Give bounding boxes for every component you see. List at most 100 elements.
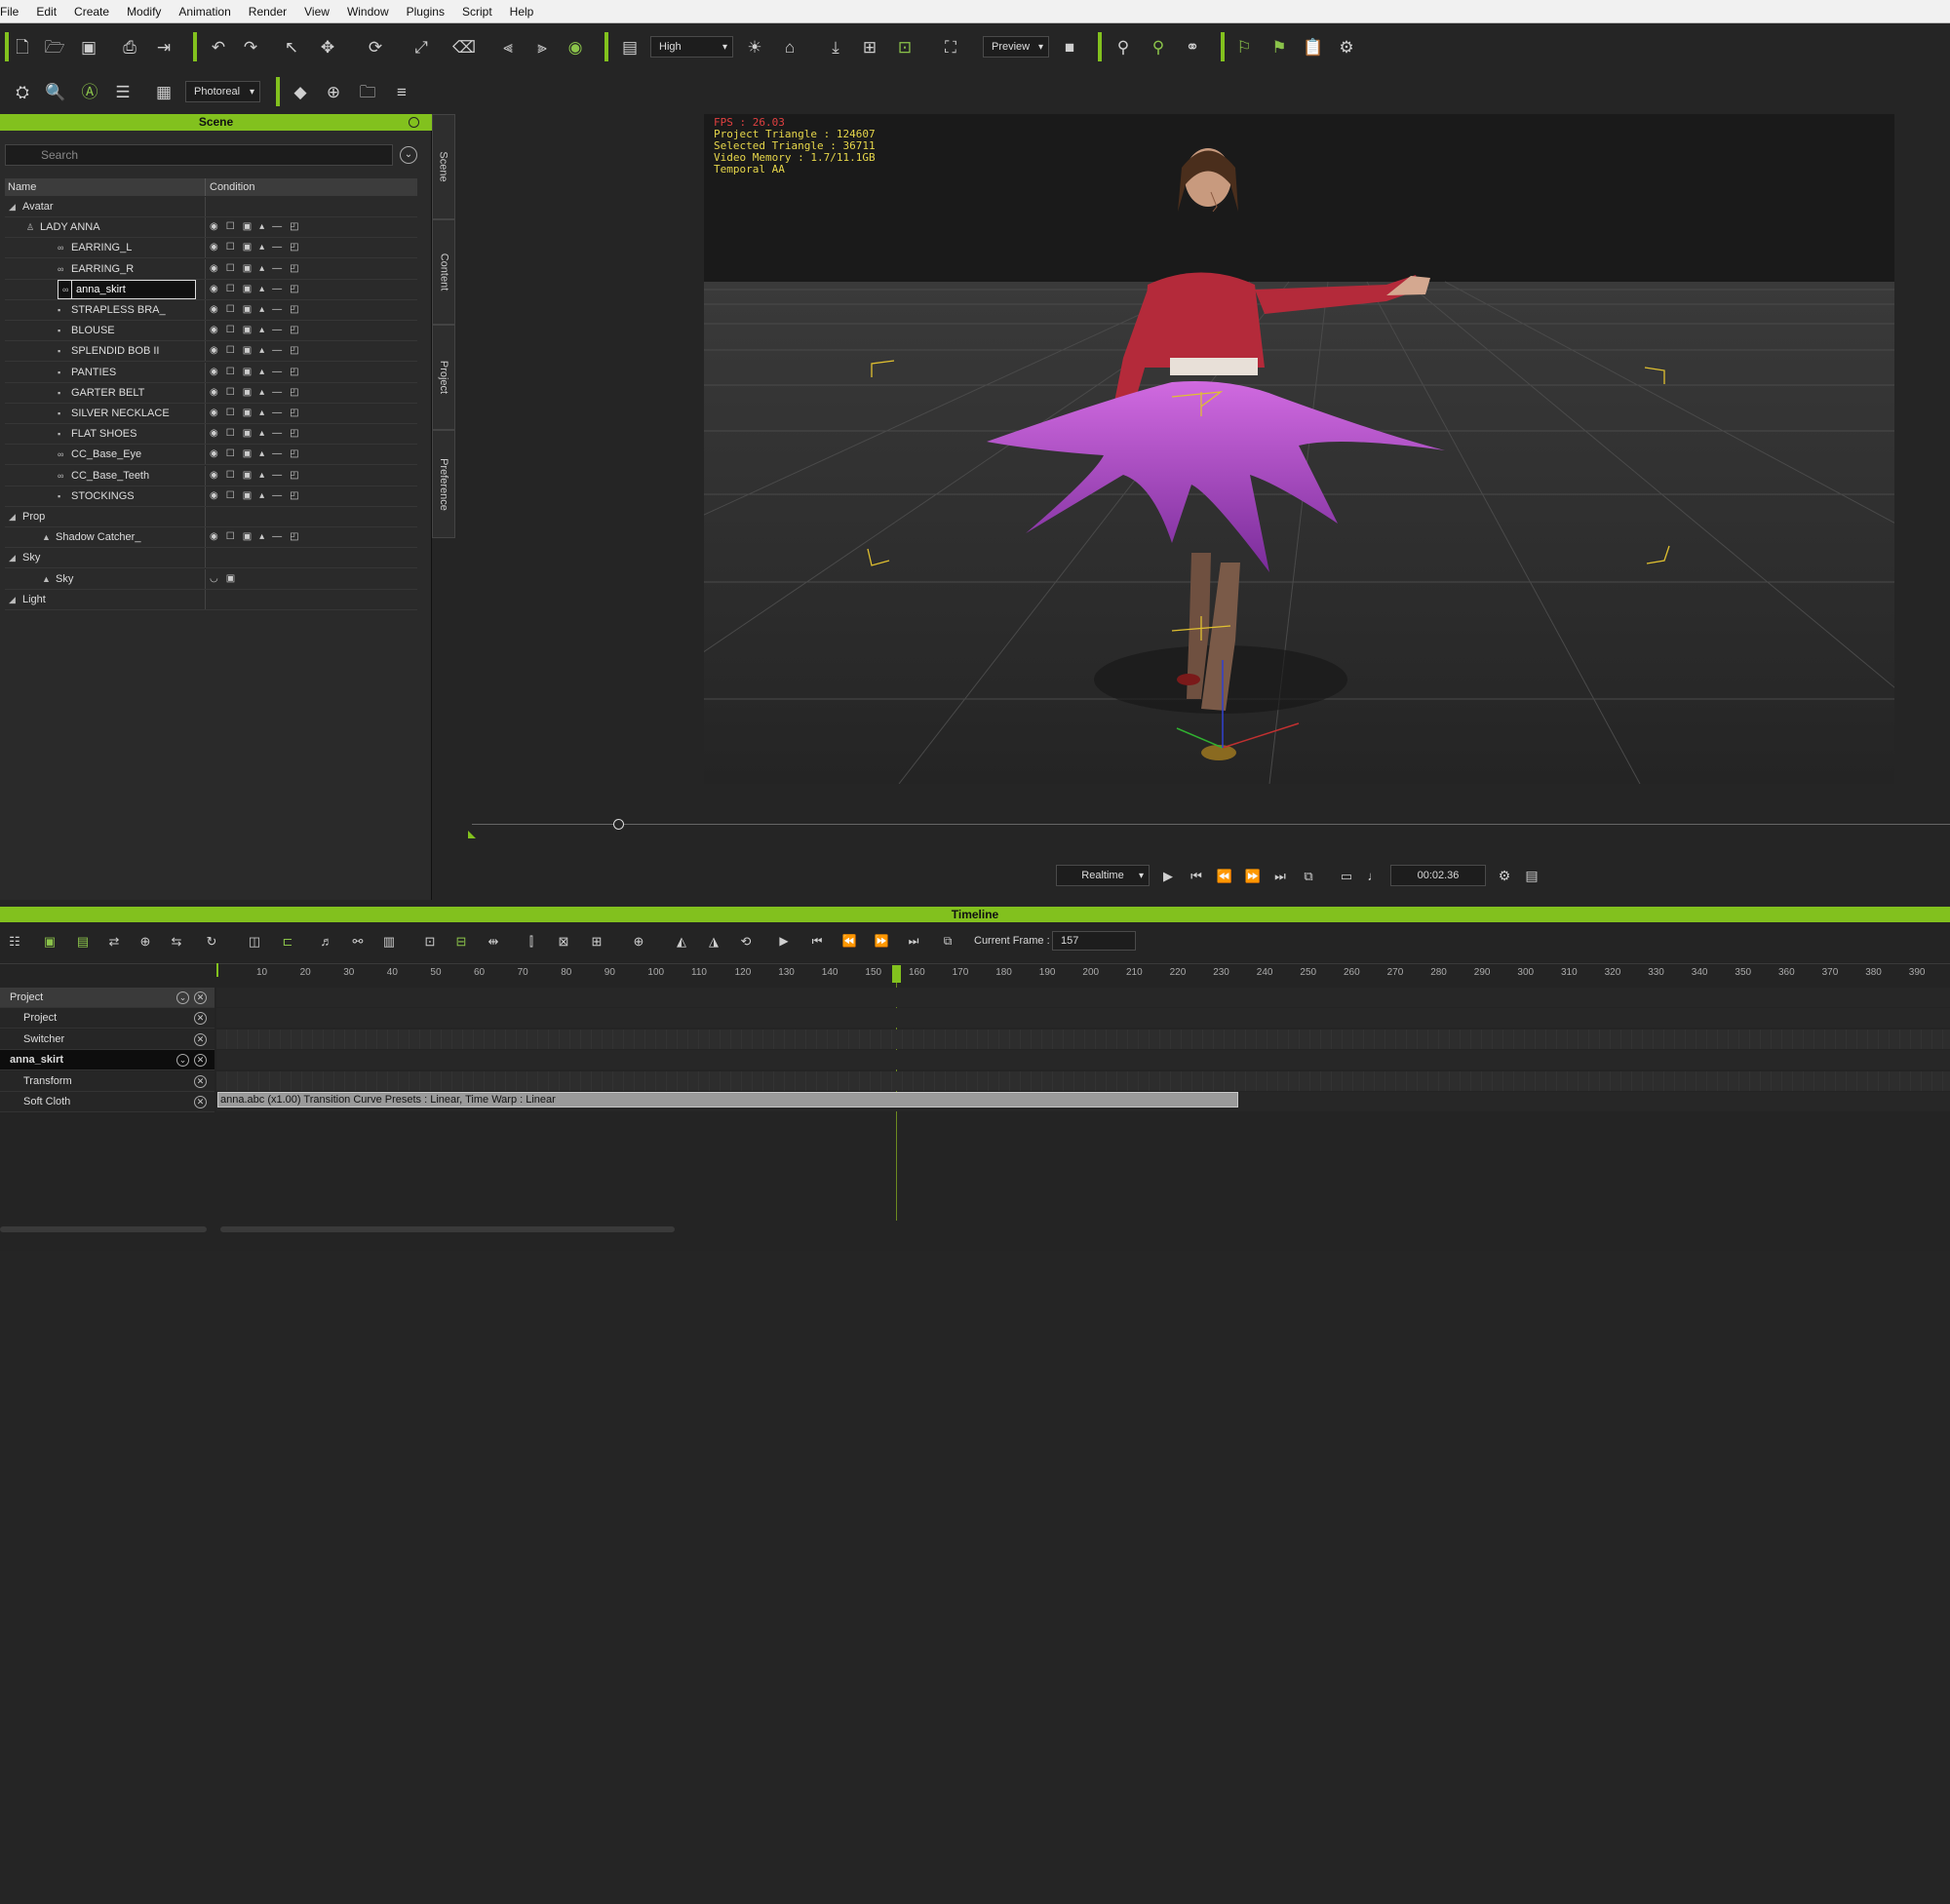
condition-icons[interactable]: ◉☐▣▴—◰: [205, 382, 417, 403]
stretch-icon[interactable]: ⊟: [450, 930, 472, 952]
scene-tree-row[interactable]: ▪ PANTIES ◉☐▣▴—◰: [5, 362, 417, 383]
menu-help[interactable]: Help: [501, 5, 543, 19]
scene-tree-row[interactable]: ▪ SPLENDID BOB II ◉☐▣▴—◰: [5, 341, 417, 363]
condition-icons[interactable]: [205, 548, 417, 568]
select-arrow-icon[interactable]: ↖: [281, 36, 302, 58]
remove-track-icon[interactable]: ✕: [194, 1054, 207, 1068]
expand-arrow-icon[interactable]: ◢: [9, 197, 16, 216]
light-icon[interactable]: ☀: [744, 36, 765, 58]
loop-icon[interactable]: ⧉: [1298, 865, 1319, 886]
prev-key-icon[interactable]: ◭: [671, 930, 692, 952]
range-icon[interactable]: ⇹: [483, 930, 504, 952]
condition-icons[interactable]: ◉☐▣▴—◰: [205, 321, 417, 341]
scene-tree-row[interactable]: ♙ LADY ANNA ◉☐▣▴—◰: [5, 217, 417, 239]
timeline-track[interactable]: Switcher ✕: [0, 1029, 214, 1050]
redo-icon[interactable]: ↷: [240, 36, 261, 58]
scene-tree-row[interactable]: ▪ BLOUSE ◉☐▣▴—◰: [5, 321, 417, 342]
next-frame-icon[interactable]: ⏩: [1242, 865, 1264, 886]
condition-icons[interactable]: ◉☐▣▴—◰: [205, 217, 417, 238]
menu-view[interactable]: View: [295, 5, 338, 19]
scene-tree-row[interactable]: ▲ Sky ◡▣: [5, 568, 417, 590]
import-icon[interactable]: ⎙: [119, 36, 140, 58]
key-add-icon[interactable]: ▣: [39, 930, 60, 952]
audio-icon[interactable]: ♩: [1363, 865, 1384, 886]
time-display[interactable]: 00:02.36: [1390, 865, 1486, 886]
scene-tree-row[interactable]: ◢ Sky: [5, 548, 417, 569]
transition-icon[interactable]: ⇄: [103, 930, 125, 952]
tab-preference[interactable]: Preference: [432, 430, 455, 538]
tab-scene[interactable]: Scene: [432, 114, 455, 219]
timeline-track[interactable]: Project ✕: [0, 1008, 214, 1030]
prev-frame-icon[interactable]: ⏪: [1214, 865, 1235, 886]
eraser-icon[interactable]: ⌫: [452, 36, 476, 58]
timeline-scrollbar[interactable]: [220, 1226, 675, 1232]
playback-mode-button[interactable]: Realtime: [1056, 865, 1150, 886]
condition-icons[interactable]: ◉☐▣▴—◰: [205, 238, 417, 258]
camera-target-icon[interactable]: ⊡: [894, 36, 916, 58]
remove-track-icon[interactable]: ✕: [194, 1032, 207, 1046]
undo-icon[interactable]: ↶: [208, 36, 229, 58]
remove-track-icon[interactable]: ✕: [194, 1012, 207, 1026]
zoom-icon[interactable]: ⊕: [323, 81, 344, 102]
rotate-icon[interactable]: ⟳: [365, 36, 386, 58]
condition-icons[interactable]: ◉☐▣▴—◰: [205, 424, 417, 445]
search-tool-icon[interactable]: 🔍: [45, 81, 66, 102]
link-icon[interactable]: ⚯: [347, 930, 369, 952]
3d-viewport[interactable]: FPS : 26.03 Project Triangle : 124607 Se…: [704, 114, 1894, 784]
timeline-toggle-icon[interactable]: ▤: [1521, 865, 1542, 886]
soft-cloth-icon[interactable]: ⚲: [1148, 36, 1169, 58]
condition-icons[interactable]: ◉☐▣▴—◰: [205, 279, 417, 299]
drop-to-floor-icon[interactable]: ⤓: [825, 36, 846, 58]
scene-tree-row[interactable]: ▪ STRAPLESS BRA_ ◉☐▣▴—◰: [5, 300, 417, 321]
condition-icons[interactable]: [205, 197, 417, 216]
remove-track-icon[interactable]: ✕: [194, 991, 207, 1004]
close-icon[interactable]: [409, 117, 419, 128]
current-frame-input[interactable]: 157: [1052, 931, 1136, 951]
insert-icon[interactable]: ⊕: [135, 930, 156, 952]
condition-icons[interactable]: ◉☐▣▴—◰: [205, 527, 417, 548]
condition-icons[interactable]: ◉☐▣▴—◰: [205, 362, 417, 382]
condition-icons[interactable]: ◉☐▣▴—◰: [205, 404, 417, 423]
visibility-eye-icon[interactable]: ◉: [565, 36, 586, 58]
render-icon[interactable]: ▦: [153, 81, 175, 102]
tl-first-icon[interactable]: ⏮: [806, 930, 828, 952]
smart-gallery-icon[interactable]: ⛭: [12, 81, 33, 102]
timeline-track[interactable]: Project ✕ ⌄: [0, 988, 214, 1008]
save-icon[interactable]: ▣: [78, 36, 99, 58]
tab-content[interactable]: Content: [432, 219, 455, 325]
scene-tree-row[interactable]: ▪ STOCKINGS ◉☐▣▴—◰: [5, 486, 417, 507]
track-dropdown-icon[interactable]: ⌄: [176, 991, 189, 1004]
scene-tree-row[interactable]: ▪ FLAT SHOES ◉☐▣▴—◰: [5, 424, 417, 446]
range-start-marker[interactable]: [468, 831, 476, 838]
condition-icons[interactable]: [205, 589, 417, 609]
tl-next-icon[interactable]: ⏩: [871, 930, 892, 952]
swap-icon[interactable]: ⇆: [166, 930, 187, 952]
condition-icons[interactable]: ◉☐▣▴—◰: [205, 300, 417, 320]
menu-create[interactable]: Create: [65, 5, 118, 19]
condition-icons[interactable]: [205, 507, 417, 526]
move-icon[interactable]: ✥: [317, 36, 338, 58]
track-dropdown-icon[interactable]: ⌄: [176, 1054, 189, 1068]
scene-tree-row[interactable]: ▪ SILVER NECKLACE ◉☐▣▴—◰: [5, 404, 417, 424]
timeline-ruler[interactable]: 10 20 30 40 50 60 70 80 90 100 110 120 130 140 150 160 1…: [216, 963, 1950, 983]
collision-icon[interactable]: ⚭: [1182, 36, 1203, 58]
preview-dropdown[interactable]: Preview: [983, 36, 1049, 58]
scene-tree-row[interactable]: ◢ Avatar: [5, 197, 417, 217]
folder-icon[interactable]: 🗀: [357, 81, 378, 102]
layout-icon[interactable]: ▤: [619, 36, 641, 58]
zoom-in-icon[interactable]: ⊕: [628, 930, 649, 952]
menu-file[interactable]: File: [0, 5, 27, 19]
align-left-icon[interactable]: ⫷: [497, 36, 519, 58]
tl-last-icon[interactable]: ⏭: [903, 930, 924, 952]
remove-track-icon[interactable]: ✕: [194, 1074, 207, 1088]
scene-tree-row[interactable]: ▪ GARTER BELT ◉☐▣▴—◰: [5, 382, 417, 404]
split-icon[interactable]: ⫿: [521, 930, 542, 952]
subtitle-icon[interactable]: ▭: [1336, 865, 1357, 886]
filter-dropdown-icon[interactable]: ⌄: [400, 146, 417, 164]
mirror-icon[interactable]: ◫: [244, 930, 265, 952]
flag-icon[interactable]: ⚑: [1268, 36, 1290, 58]
menu-modify[interactable]: Modify: [118, 5, 170, 19]
search-input[interactable]: Search: [5, 144, 393, 166]
tl-play-icon[interactable]: ▶: [773, 930, 795, 952]
track-lane[interactable]: [216, 1029, 1950, 1049]
